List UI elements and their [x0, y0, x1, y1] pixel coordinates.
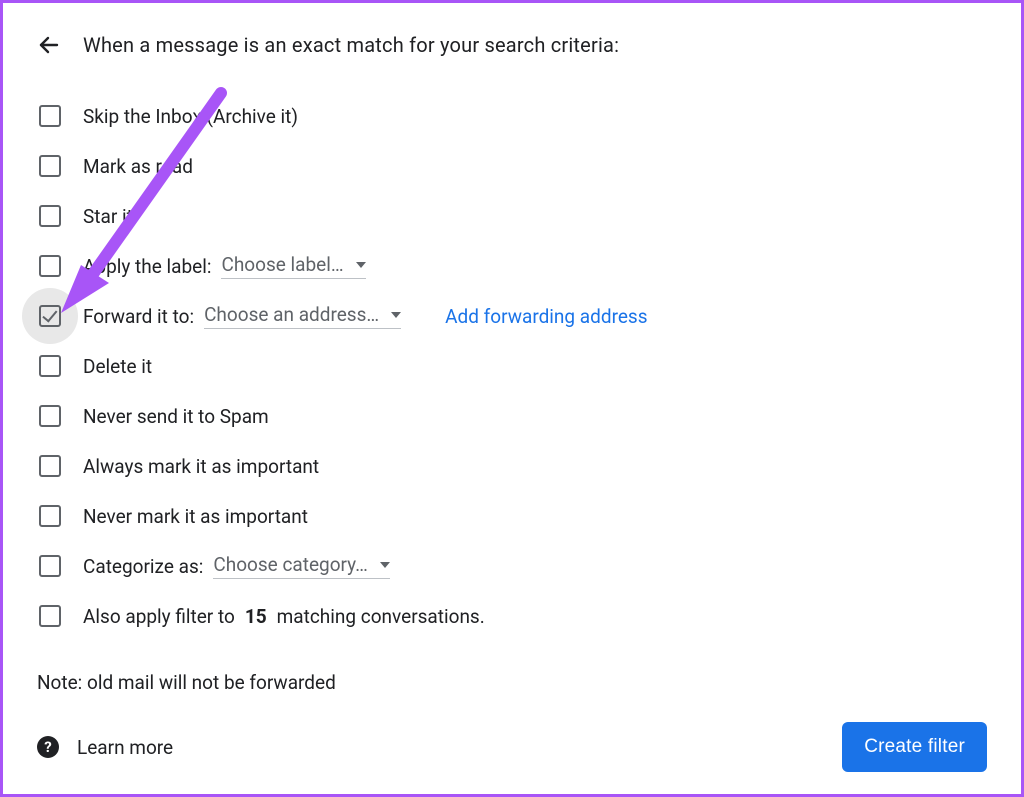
- caret-down-icon: [380, 562, 390, 568]
- checkbox-never-spam[interactable]: [39, 405, 61, 427]
- back-arrow-icon[interactable]: [37, 33, 61, 57]
- link-learn-more[interactable]: Learn more: [77, 736, 173, 759]
- checkbox-categorize[interactable]: [39, 555, 61, 577]
- checkbox-mark-read[interactable]: [39, 155, 61, 177]
- option-always-important: Always mark it as important: [37, 441, 987, 491]
- label-also-apply-suffix: matching conversations.: [277, 605, 485, 628]
- create-filter-button[interactable]: Create filter: [842, 722, 987, 772]
- label-always-important: Always mark it as important: [83, 455, 319, 478]
- label-never-important: Never mark it as important: [83, 505, 308, 528]
- dropdown-choose-label-text: Choose label…: [221, 253, 343, 276]
- dropdown-choose-address-text: Choose an address…: [204, 303, 379, 326]
- label-star-it: Star it: [83, 205, 133, 228]
- link-add-forwarding-address[interactable]: Add forwarding address: [445, 305, 647, 328]
- dropdown-choose-category-text: Choose category…: [213, 553, 368, 576]
- option-forward-to: Forward it to: Choose an address… Add fo…: [37, 291, 987, 341]
- dialog-footer: ? Learn more Create filter: [37, 722, 987, 772]
- label-categorize-prefix: Categorize as:: [83, 555, 203, 578]
- label-never-spam: Never send it to Spam: [83, 405, 269, 428]
- label-delete-it: Delete it: [83, 355, 152, 378]
- label-also-apply-prefix: Also apply filter to: [83, 605, 235, 628]
- caret-down-icon: [356, 262, 366, 268]
- option-never-spam: Never send it to Spam: [37, 391, 987, 441]
- checkbox-skip-inbox[interactable]: [39, 105, 61, 127]
- option-categorize: Categorize as: Choose category…: [37, 541, 987, 591]
- checkbox-never-important[interactable]: [39, 505, 61, 527]
- option-delete-it: Delete it: [37, 341, 987, 391]
- checkbox-also-apply[interactable]: [39, 605, 61, 627]
- label-forward-to-prefix: Forward it to:: [83, 305, 194, 328]
- label-skip-inbox: Skip the Inbox (Archive it): [83, 105, 298, 128]
- dialog-header: When a message is an exact match for you…: [37, 33, 987, 57]
- checkbox-forward-to[interactable]: [39, 305, 61, 327]
- checkbox-delete-it[interactable]: [39, 355, 61, 377]
- dialog-title: When a message is an exact match for you…: [83, 33, 619, 57]
- help-icon[interactable]: ?: [37, 736, 59, 758]
- label-also-apply-count: 15: [245, 605, 267, 628]
- filter-dialog: When a message is an exact match for you…: [0, 0, 1024, 797]
- option-apply-label: Apply the label: Choose label…: [37, 241, 987, 291]
- label-mark-read: Mark as read: [83, 155, 193, 178]
- dropdown-choose-label[interactable]: Choose label…: [221, 253, 365, 279]
- dropdown-choose-category[interactable]: Choose category…: [213, 553, 390, 579]
- option-skip-inbox: Skip the Inbox (Archive it): [37, 91, 987, 141]
- option-also-apply: Also apply filter to 15 matching convers…: [37, 591, 987, 641]
- caret-down-icon: [391, 312, 401, 318]
- option-star-it: Star it: [37, 191, 987, 241]
- checkbox-apply-label[interactable]: [39, 255, 61, 277]
- label-apply-label-prefix: Apply the label:: [83, 255, 211, 278]
- option-never-important: Never mark it as important: [37, 491, 987, 541]
- checkbox-always-important[interactable]: [39, 455, 61, 477]
- note-old-mail: Note: old mail will not be forwarded: [37, 671, 987, 694]
- option-mark-read: Mark as read: [37, 141, 987, 191]
- checkbox-star-it[interactable]: [39, 205, 61, 227]
- dropdown-choose-address[interactable]: Choose an address…: [204, 303, 401, 329]
